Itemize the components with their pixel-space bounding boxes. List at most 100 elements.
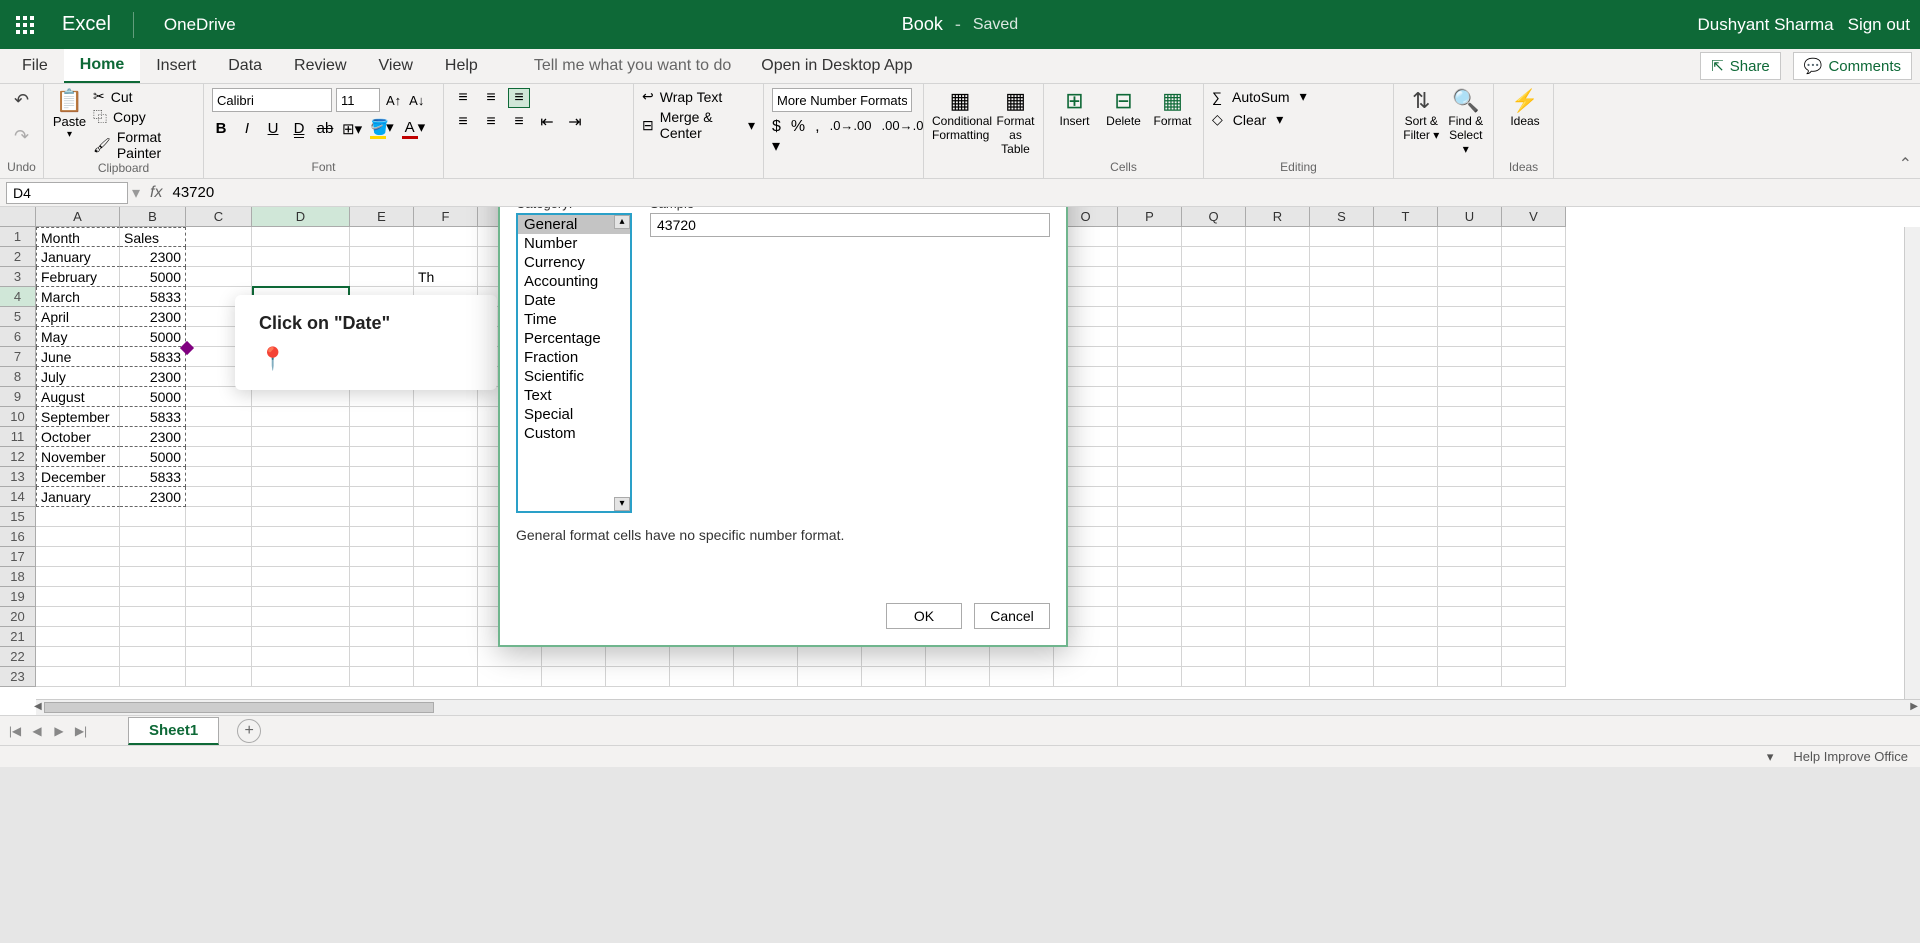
cell[interactable]	[120, 507, 186, 527]
cell[interactable]	[252, 567, 350, 587]
cell[interactable]	[1118, 627, 1182, 647]
cell[interactable]	[606, 647, 670, 667]
sheet-tab-sheet1[interactable]: Sheet1	[128, 717, 219, 745]
cell[interactable]	[1438, 527, 1502, 547]
cell[interactable]	[1246, 547, 1310, 567]
cell[interactable]	[414, 587, 478, 607]
cell[interactable]	[1502, 627, 1566, 647]
cell[interactable]	[1118, 667, 1182, 687]
cell[interactable]	[350, 647, 414, 667]
cell[interactable]	[350, 607, 414, 627]
cell[interactable]: January	[36, 487, 120, 507]
font-color-button[interactable]: A▾	[402, 118, 426, 139]
cell[interactable]	[1374, 487, 1438, 507]
cell[interactable]: 2300	[120, 307, 186, 327]
collapse-ribbon-button[interactable]: ⌃	[1899, 154, 1912, 174]
row-header-18[interactable]: 18	[0, 567, 36, 587]
cell[interactable]	[186, 447, 252, 467]
cell[interactable]	[414, 507, 478, 527]
cell[interactable]	[252, 447, 350, 467]
category-item-date[interactable]: Date	[518, 291, 630, 310]
cell[interactable]: 5833	[120, 407, 186, 427]
row-header-1[interactable]: 1	[0, 227, 36, 247]
tab-insert[interactable]: Insert	[140, 49, 212, 83]
row-header-7[interactable]: 7	[0, 347, 36, 367]
cell[interactable]	[1310, 247, 1374, 267]
row-header-5[interactable]: 5	[0, 307, 36, 327]
cell[interactable]	[1182, 327, 1246, 347]
cell[interactable]	[414, 447, 478, 467]
cell[interactable]: December	[36, 467, 120, 487]
cell[interactable]	[186, 527, 252, 547]
cell[interactable]	[350, 547, 414, 567]
cell[interactable]	[120, 547, 186, 567]
cell[interactable]	[1246, 267, 1310, 287]
cell[interactable]	[1118, 327, 1182, 347]
category-item-special[interactable]: Special	[518, 405, 630, 424]
cell[interactable]	[120, 587, 186, 607]
cell[interactable]	[1374, 607, 1438, 627]
cell[interactable]	[414, 527, 478, 547]
category-scroll-down[interactable]: ▾	[614, 497, 630, 511]
cell[interactable]	[1246, 667, 1310, 687]
cell[interactable]: September	[36, 407, 120, 427]
cell[interactable]	[1054, 647, 1118, 667]
cell[interactable]	[1182, 547, 1246, 567]
cell[interactable]	[542, 667, 606, 687]
cell[interactable]	[1374, 647, 1438, 667]
cell[interactable]	[186, 627, 252, 647]
share-button[interactable]: ⇱ Share	[1700, 52, 1781, 80]
italic-button[interactable]: I	[238, 120, 256, 137]
sort-filter-button[interactable]: ⇅Sort &Filter ▾	[1402, 88, 1441, 176]
cell[interactable]	[1246, 527, 1310, 547]
cell[interactable]	[670, 667, 734, 687]
cell[interactable]	[1118, 527, 1182, 547]
cell[interactable]	[1182, 387, 1246, 407]
cell[interactable]	[36, 527, 120, 547]
cell[interactable]	[1310, 487, 1374, 507]
double-underline-button[interactable]: D	[290, 120, 308, 137]
cell[interactable]	[1502, 347, 1566, 367]
cell[interactable]	[1246, 407, 1310, 427]
find-select-button[interactable]: 🔍Find &Select ▾	[1447, 88, 1486, 176]
cell[interactable]	[1182, 267, 1246, 287]
cell[interactable]	[252, 667, 350, 687]
cell[interactable]	[120, 527, 186, 547]
cell[interactable]: 5000	[120, 267, 186, 287]
cell[interactable]	[1118, 567, 1182, 587]
row-header-12[interactable]: 12	[0, 447, 36, 467]
row-header-3[interactable]: 3	[0, 267, 36, 287]
spreadsheet-grid[interactable]: ABCDEFOPQRSTUV 1234567891011121314151617…	[0, 207, 1920, 715]
cell[interactable]	[1438, 567, 1502, 587]
cell[interactable]	[1502, 327, 1566, 347]
cell[interactable]	[120, 667, 186, 687]
col-header-C[interactable]: C	[186, 207, 252, 226]
cell[interactable]	[414, 407, 478, 427]
cell[interactable]	[1182, 567, 1246, 587]
cell[interactable]	[1246, 607, 1310, 627]
cell[interactable]	[414, 567, 478, 587]
cell[interactable]	[1118, 407, 1182, 427]
vertical-scrollbar[interactable]	[1904, 227, 1920, 699]
cell[interactable]	[606, 667, 670, 687]
cell[interactable]	[1438, 387, 1502, 407]
paste-button[interactable]: 📋 Paste ▾	[52, 88, 87, 161]
sheet-nav-next[interactable]: ▶	[50, 724, 68, 738]
cell[interactable]	[1310, 367, 1374, 387]
cell[interactable]	[1310, 467, 1374, 487]
cell[interactable]	[1246, 327, 1310, 347]
cell[interactable]	[1310, 287, 1374, 307]
cell[interactable]	[186, 467, 252, 487]
cell[interactable]	[1374, 327, 1438, 347]
cell[interactable]	[350, 587, 414, 607]
cell[interactable]: 2300	[120, 367, 186, 387]
cell[interactable]	[1246, 347, 1310, 367]
cell[interactable]: 5833	[120, 287, 186, 307]
cell[interactable]	[1182, 487, 1246, 507]
cell[interactable]	[36, 607, 120, 627]
cell[interactable]: 5833	[120, 347, 186, 367]
cell[interactable]	[1118, 307, 1182, 327]
cell[interactable]	[798, 667, 862, 687]
cell[interactable]	[252, 247, 350, 267]
cell[interactable]	[1246, 507, 1310, 527]
